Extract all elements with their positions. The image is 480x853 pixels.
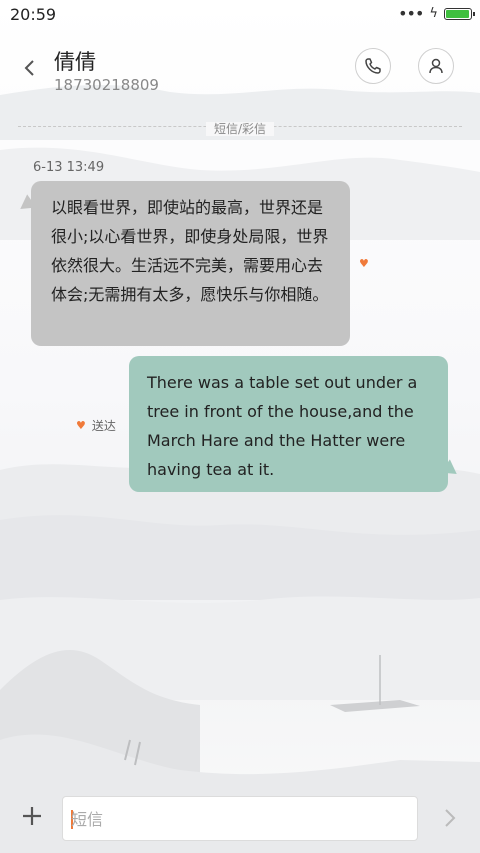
conversation-header: 倩倩 18730218809 bbox=[0, 38, 480, 98]
outgoing-message-bubble[interactable]: There was a table set out under a tree i… bbox=[129, 356, 462, 492]
message-input-box[interactable] bbox=[62, 796, 418, 842]
status-icons: ••• ϟ bbox=[398, 3, 475, 23]
outgoing-message-text: There was a table set out under a tree i… bbox=[147, 373, 418, 479]
incoming-message-text: 以眼看世界，即使站的最高，世界还是很小;以心看世界，即使身处局限，世界依然很大。… bbox=[51, 198, 329, 304]
call-button[interactable] bbox=[355, 48, 391, 84]
delivery-status-label: 送达 bbox=[91, 419, 116, 433]
divider-label: 短信/彩信 bbox=[205, 122, 275, 136]
battery-level bbox=[446, 9, 469, 18]
battery-icon bbox=[444, 7, 475, 20]
message-type-divider: 短信/彩信 bbox=[18, 118, 462, 136]
person-icon bbox=[429, 58, 443, 74]
contact-profile-button[interactable] bbox=[418, 48, 454, 84]
status-bar: 20:59 ••• ϟ bbox=[0, 0, 480, 30]
heart-icon: ♥ bbox=[359, 257, 369, 270]
message-timestamp: 6-13 13:49 bbox=[33, 160, 105, 175]
heart-icon: ♥ bbox=[76, 419, 86, 432]
message-composer bbox=[0, 790, 480, 850]
incoming-message-bubble[interactable]: 以眼看世界，即使站的最高，世界还是很小;以心看世界，即使身处局限，世界依然很大。… bbox=[15, 181, 350, 346]
add-icon[interactable] bbox=[18, 802, 46, 830]
delivery-status: ♥ 送达 bbox=[76, 417, 116, 434]
status-time: 20:59 bbox=[10, 5, 57, 24]
send-icon[interactable] bbox=[440, 806, 460, 830]
contact-number: 18730218809 bbox=[54, 76, 159, 94]
message-input[interactable] bbox=[69, 797, 413, 842]
signal-dots-icon: ••• bbox=[398, 3, 424, 23]
charging-icon: ϟ bbox=[429, 6, 438, 21]
back-icon[interactable] bbox=[20, 58, 40, 78]
phone-icon bbox=[365, 58, 381, 74]
contact-name: 倩倩 bbox=[54, 50, 96, 74]
